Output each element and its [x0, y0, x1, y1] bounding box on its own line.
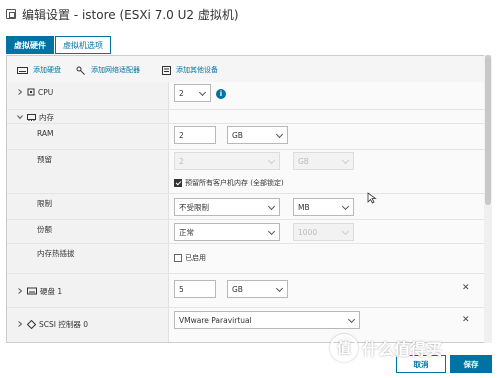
reservation-label: 预留 [37, 154, 52, 164]
watermark-text: 什么值得买 [362, 340, 443, 359]
chevron-down-icon [198, 88, 207, 97]
row-ram: RAM 2 GB [7, 124, 487, 150]
memory-icon [27, 113, 36, 121]
chevron-down-icon [267, 156, 276, 165]
limit-label: 限制 [37, 198, 52, 208]
disk-size-input[interactable]: 5 [174, 280, 216, 298]
tab-bar: 虚拟硬件 虚拟机选项 [6, 36, 111, 54]
ram-unit-select[interactable]: GB [227, 126, 288, 144]
hardware-table: CPU 2 i 内存 RAM 2 GB 预留 2 GB 预留所有客户机内存 (全… [7, 82, 487, 342]
chevron-down-icon [341, 156, 350, 165]
save-button[interactable]: 保存 [450, 355, 492, 373]
add-disk-button[interactable]: 添加硬盘 [17, 65, 61, 75]
chevron-down-icon [347, 315, 356, 324]
settings-panel: 添加硬盘 添加网络适配器 添加其他设备 CPU 2 i 内存 RAM 2 GB … [6, 55, 490, 343]
disk-icon [17, 66, 28, 74]
scsi-expander[interactable]: SCSI 控制器 0 [17, 317, 88, 331]
disk-unit-select[interactable]: GB [227, 280, 288, 298]
remove-disk-icon[interactable]: ✕ [462, 283, 470, 293]
reservation-value: 2 [179, 156, 184, 166]
chevron-down-icon [275, 284, 284, 293]
mouse-cursor-icon [367, 192, 377, 204]
disk-expander[interactable]: 硬盘 1 [17, 284, 62, 298]
limit-unit-value: MB [298, 202, 310, 212]
chevron-down-icon [275, 130, 284, 139]
chevron-right-icon [18, 321, 23, 327]
reservation-unit-value: GB [298, 156, 309, 166]
row-shares: 份额 正常 1000 [7, 220, 487, 244]
vertical-scrollbar[interactable] [484, 55, 492, 343]
scrollbar-thumb[interactable] [485, 55, 491, 205]
cpu-count-select[interactable]: 2 [174, 84, 211, 102]
reservation-select[interactable]: 2 [174, 152, 280, 170]
cpu-expander[interactable]: CPU [17, 85, 53, 99]
title-bar: 编辑设置 - istore (ESXi 7.0 U2 虚拟机) [0, 0, 498, 28]
cpu-icon [27, 88, 35, 96]
chevron-right-icon [18, 288, 23, 294]
hotplug-enabled-label: 已启用 [185, 254, 206, 262]
info-icon[interactable]: i [216, 89, 226, 99]
hotplug-label: 内存热插拔 [37, 248, 75, 258]
add-disk-label: 添加硬盘 [33, 66, 61, 74]
watermark-logo-icon: 值 [330, 334, 358, 362]
row-cpu: CPU 2 i [7, 82, 487, 110]
shares-select[interactable]: 正常 [174, 223, 280, 241]
memory-expander[interactable]: 内存 [17, 110, 54, 124]
reserve-all-label: 预留所有客户机内存 (全部锁定) [185, 179, 284, 187]
checkbox-checked[interactable] [174, 179, 182, 187]
ram-size-input[interactable]: 2 [174, 126, 216, 144]
ram-unit-value: GB [232, 130, 243, 140]
toolbar: 添加硬盘 添加网络适配器 添加其他设备 [7, 56, 489, 84]
ram-label: RAM [37, 128, 54, 138]
add-other-device-label: 添加其他设备 [176, 66, 218, 74]
shares-value: 正常 [179, 227, 194, 237]
chevron-down-icon [341, 202, 350, 211]
add-nic-label: 添加网络适配器 [91, 66, 140, 74]
scsi-label: SCSI 控制器 0 [39, 319, 89, 329]
disk-unit-value: GB [232, 284, 243, 294]
row-limit: 限制 不受限制 MB [7, 194, 487, 220]
scsi-type-value: VMware Paravirtual [179, 315, 252, 325]
ram-size-value: 2 [179, 130, 184, 140]
shares-label: 份额 [37, 224, 52, 234]
disk-label: 硬盘 1 [40, 286, 63, 296]
scsi-controller-icon [27, 319, 36, 329]
remove-scsi-icon[interactable]: ✕ [462, 315, 470, 325]
chevron-down-icon [267, 202, 276, 211]
chevron-down-icon [267, 227, 276, 236]
add-nic-button[interactable]: 添加网络适配器 [76, 65, 140, 75]
cpu-label: CPU [38, 87, 54, 97]
limit-unit-select[interactable]: MB [293, 198, 354, 216]
memory-label: 内存 [39, 112, 54, 122]
chevron-down-icon [341, 227, 350, 236]
cpu-count-value: 2 [179, 88, 184, 98]
limit-value: 不受限制 [179, 202, 209, 212]
chevron-right-icon [18, 89, 23, 95]
window-title: 编辑设置 - istore (ESXi 7.0 U2 虚拟机) [22, 7, 239, 22]
vm-settings-icon [6, 9, 16, 19]
row-memory: 内存 [7, 110, 487, 124]
reservation-unit-select[interactable]: GB [293, 152, 354, 170]
disk-icon [27, 287, 37, 295]
row-disk: 硬盘 1 5 GB ✕ [7, 274, 487, 308]
scsi-type-select[interactable]: VMware Paravirtual [174, 311, 360, 329]
network-icon [76, 66, 85, 75]
shares-amount-select[interactable]: 1000 [293, 223, 354, 241]
limit-select[interactable]: 不受限制 [174, 198, 280, 216]
device-icon [162, 65, 171, 75]
checkbox-unchecked[interactable] [174, 254, 182, 262]
row-reservation: 预留 2 GB 预留所有客户机内存 (全部锁定) [7, 150, 487, 194]
reserve-all-checkbox[interactable]: 预留所有客户机内存 (全部锁定) [174, 178, 284, 188]
watermark: 值 什么值得买 [330, 334, 442, 362]
tab-vm-options[interactable]: 虚拟机选项 [55, 36, 111, 54]
tab-virtual-hardware[interactable]: 虚拟硬件 [6, 36, 54, 54]
add-other-device-button[interactable]: 添加其他设备 [162, 65, 218, 75]
disk-size-value: 5 [179, 284, 184, 294]
row-hotplug: 内存热插拔 已启用 [7, 244, 487, 274]
hotplug-checkbox[interactable]: 已启用 [174, 253, 206, 263]
chevron-down-icon [17, 115, 23, 120]
shares-amount-value: 1000 [298, 227, 318, 237]
